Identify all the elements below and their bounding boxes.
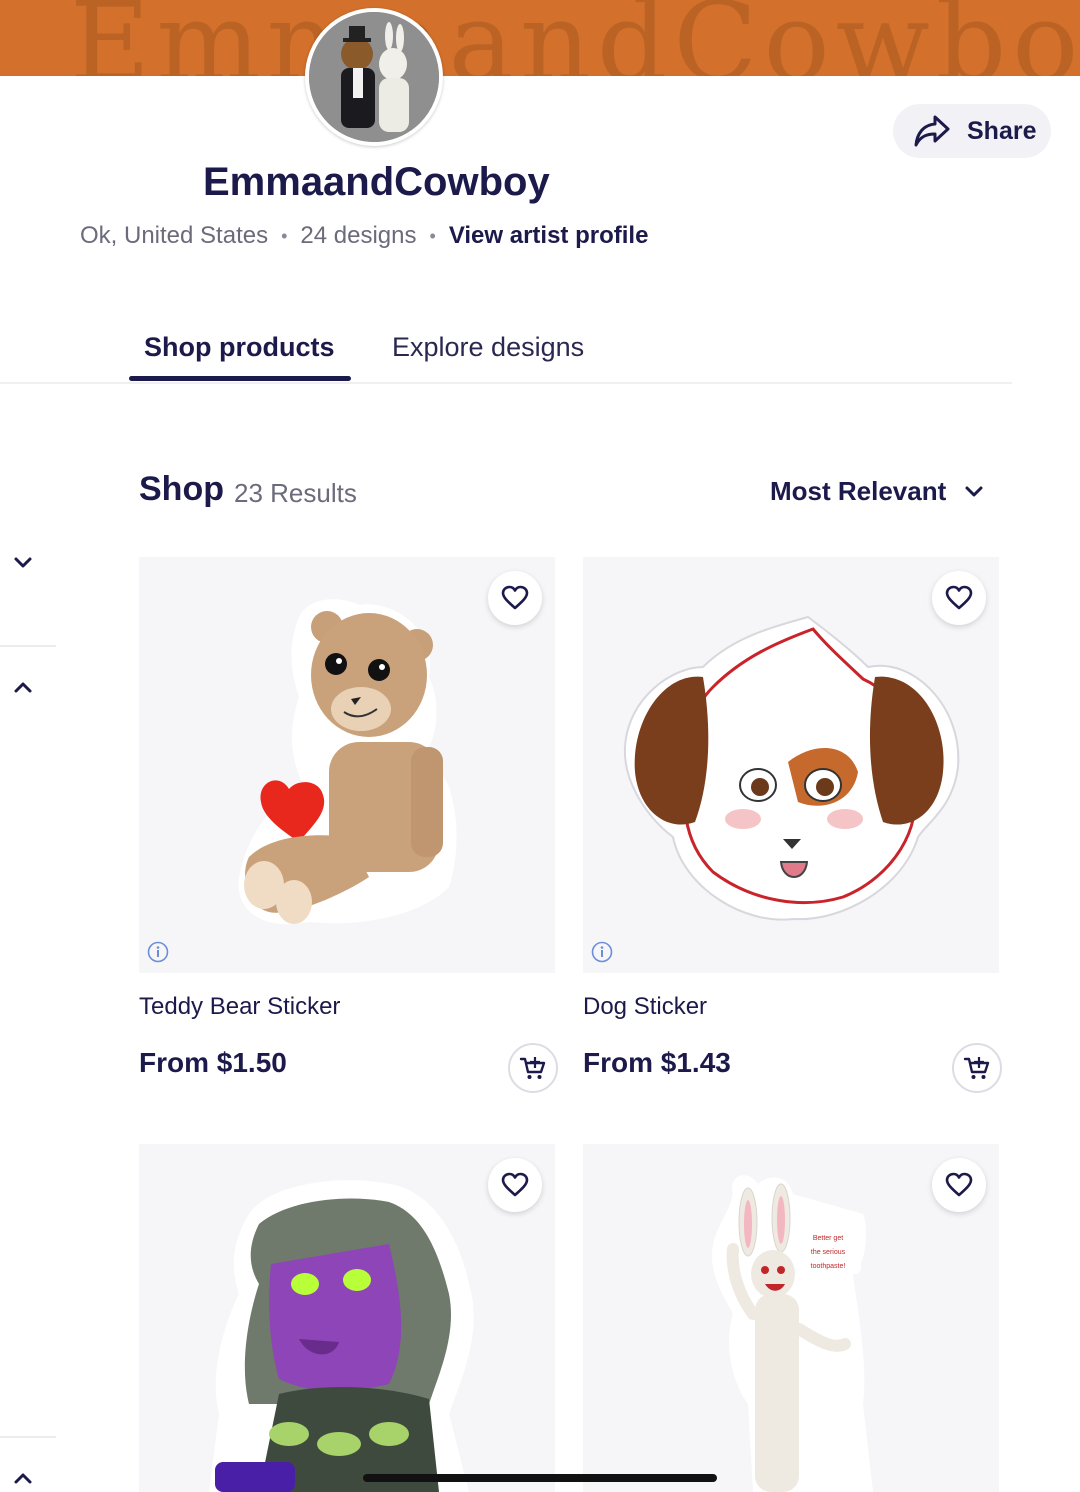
product-image[interactable] bbox=[139, 557, 555, 973]
product-image[interactable] bbox=[139, 1144, 555, 1492]
chevron-up-icon[interactable] bbox=[12, 1467, 34, 1489]
add-to-cart-button[interactable] bbox=[508, 1043, 558, 1093]
info-icon[interactable] bbox=[591, 941, 613, 963]
shop-heading: Shop bbox=[139, 470, 224, 508]
active-tab-indicator bbox=[129, 376, 351, 381]
favorite-button[interactable] bbox=[932, 1158, 986, 1212]
product-image[interactable] bbox=[583, 557, 999, 973]
share-button[interactable]: Share bbox=[893, 104, 1051, 158]
info-icon[interactable] bbox=[147, 941, 169, 963]
product-price: From $1.43 bbox=[583, 1047, 731, 1078]
share-arrow-icon bbox=[914, 115, 950, 147]
tab-explore-designs[interactable]: Explore designs bbox=[392, 332, 584, 363]
artist-name: EmmaandCowboy bbox=[203, 160, 550, 204]
product-card[interactable]: Dog Sticker From $1.43 bbox=[583, 557, 1002, 1093]
banner-handwriting: EmmaandCowboy bbox=[70, 0, 1080, 76]
home-indicator[interactable] bbox=[363, 1474, 717, 1482]
sticker-speech-line: the serious bbox=[811, 1249, 846, 1256]
shop-tabs: Shop products Explore designs bbox=[0, 320, 1012, 384]
favorite-button[interactable] bbox=[488, 571, 542, 625]
avatar-illustration bbox=[309, 12, 439, 142]
product-title[interactable]: Dog Sticker bbox=[583, 993, 707, 1021]
heart-icon bbox=[501, 1172, 529, 1197]
cart-plus-icon bbox=[963, 1057, 990, 1079]
product-card[interactable] bbox=[139, 1144, 555, 1492]
chevron-up-icon[interactable] bbox=[12, 676, 34, 698]
sticker-speech-line: toothpaste! bbox=[811, 1263, 846, 1270]
filter-divider bbox=[0, 645, 56, 647]
heart-icon bbox=[945, 1172, 973, 1197]
product-card[interactable]: Better get the serious toothpaste! bbox=[583, 1144, 999, 1492]
artist-location: Ok, United States bbox=[80, 222, 269, 249]
product-image[interactable]: Better get the serious toothpaste! bbox=[583, 1144, 999, 1492]
filter-divider bbox=[0, 1436, 56, 1438]
separator-dot: • bbox=[281, 225, 288, 246]
teddy-bear-sticker-image bbox=[238, 599, 457, 925]
chevron-down-icon bbox=[965, 486, 983, 496]
dog-sticker-image bbox=[623, 615, 960, 921]
artist-avatar[interactable] bbox=[305, 8, 443, 146]
results-count: 23 Results bbox=[234, 478, 357, 508]
sticker-speech-line: Better get bbox=[813, 1235, 843, 1242]
separator-dot: • bbox=[429, 225, 436, 246]
share-label: Share bbox=[967, 116, 1037, 145]
profile-banner: EmmaandCowboy bbox=[0, 0, 1080, 76]
product-price: From $1.50 bbox=[139, 1047, 287, 1078]
sort-dropdown[interactable]: Most Relevant bbox=[770, 476, 984, 507]
heart-icon bbox=[501, 585, 529, 610]
favorite-button[interactable] bbox=[488, 1158, 542, 1212]
heart-icon bbox=[945, 585, 973, 610]
product-card[interactable]: Teddy Bear Sticker From $1.50 bbox=[139, 557, 558, 1093]
tab-shop-products[interactable]: Shop products bbox=[144, 332, 335, 363]
add-to-cart-button[interactable] bbox=[952, 1043, 1002, 1093]
artist-design-count: 24 designs bbox=[300, 222, 417, 249]
sort-label: Most Relevant bbox=[770, 476, 947, 506]
chevron-down-icon[interactable] bbox=[12, 552, 34, 574]
view-artist-profile-link[interactable]: View artist profile bbox=[449, 222, 649, 250]
favorite-button[interactable] bbox=[932, 571, 986, 625]
product-title[interactable]: Teddy Bear Sticker bbox=[139, 993, 340, 1021]
cart-plus-icon bbox=[519, 1057, 546, 1079]
artist-meta: Ok, United States • 24 designs • View ar… bbox=[80, 222, 648, 250]
